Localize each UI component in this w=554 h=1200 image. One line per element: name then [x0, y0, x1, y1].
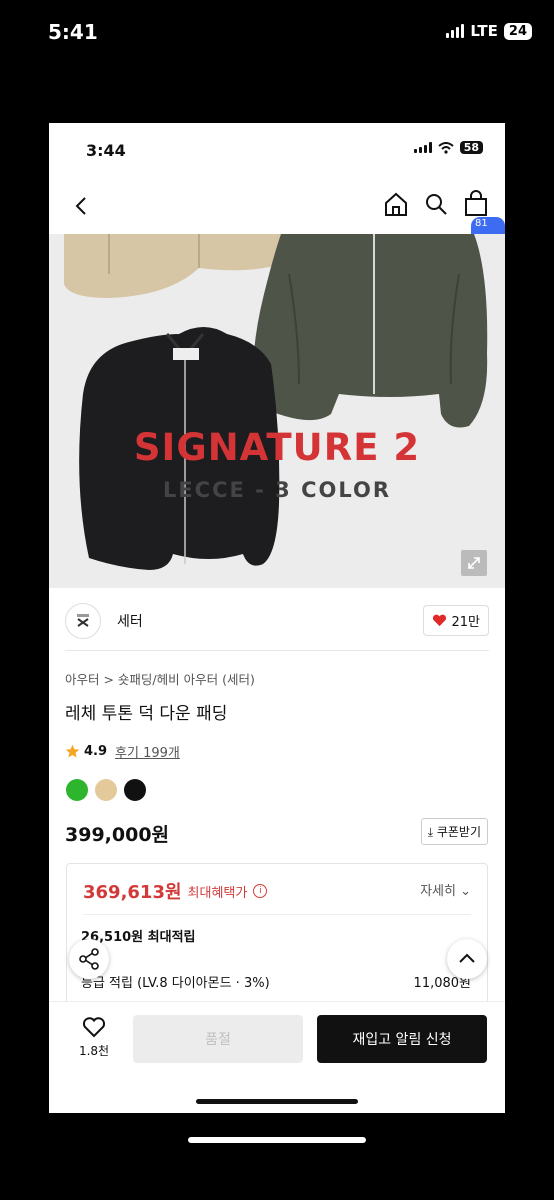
- review-count-link[interactable]: 후기 199개: [115, 742, 180, 761]
- info-icon[interactable]: i: [253, 884, 268, 898]
- search-icon[interactable]: [423, 189, 449, 219]
- star-icon: [65, 744, 80, 758]
- jacket-illustration: [49, 234, 505, 588]
- detail-toggle[interactable]: 자세히 ⌄: [420, 880, 471, 899]
- rating-value: 4.9: [84, 744, 108, 759]
- bottom-action-bar: 1.8천 품절 재입고 알림 신청: [49, 1001, 505, 1113]
- brand-logo[interactable]: [65, 603, 101, 639]
- network-label: LTE: [470, 22, 498, 40]
- brand-like-count: 21만: [451, 615, 480, 630]
- expand-icon[interactable]: [461, 550, 487, 576]
- hero-subtitle: LECCE - 3 COLOR: [162, 478, 392, 502]
- product-price: 399,000원: [65, 824, 170, 846]
- home-icon[interactable]: [383, 189, 409, 219]
- outer-clock: 5:41: [48, 20, 98, 44]
- rating-row[interactable]: 4.9 후기 199개: [65, 742, 180, 761]
- scroll-top-button[interactable]: [447, 939, 487, 979]
- brand-row[interactable]: 세터 21만: [65, 601, 489, 641]
- wishlist-button[interactable]: 1.8천: [74, 1016, 114, 1059]
- coupon-label: 쿠폰받기: [436, 825, 481, 839]
- divider: [83, 914, 471, 915]
- home-indicator: [196, 1099, 358, 1104]
- max-benefit-label: 최대혜택가: [187, 885, 248, 901]
- color-swatch[interactable]: [124, 779, 146, 801]
- inner-clock: 3:44: [86, 141, 126, 160]
- share-button[interactable]: [69, 939, 109, 979]
- color-swatch[interactable]: [95, 779, 117, 801]
- max-benefit-price: 369,613원: [83, 882, 182, 903]
- outer-status-icons: LTE 24: [446, 22, 532, 40]
- back-arrow-icon[interactable]: [69, 191, 95, 221]
- restock-alert-button[interactable]: 재입고 알림 신청: [317, 1015, 487, 1063]
- grade-points-label: 등급 적립 (LV.8 다이아몬드 · 3%): [81, 976, 270, 991]
- hero-title: SIGNATURE 2: [133, 426, 421, 469]
- app-screen: 3:44 58 81 SIGNATURE 2 LECCE - 3 COLOR 세…: [49, 123, 505, 1113]
- battery-icon: 24: [503, 22, 532, 40]
- breadcrumb[interactable]: 아우터 > 숏패딩/헤비 아우터 (세터): [65, 669, 255, 688]
- coupon-button[interactable]: ⤓ 쿠폰받기: [420, 818, 488, 845]
- brand-name[interactable]: 세터: [117, 611, 143, 631]
- heart-outline-icon: [82, 1017, 106, 1038]
- signal-icon: [413, 142, 432, 153]
- color-swatches: [66, 779, 146, 801]
- share-icon: [79, 948, 99, 970]
- battery-icon: 58: [459, 141, 483, 154]
- inner-status-icons: 58: [413, 141, 483, 154]
- wishlist-count: 1.8천: [78, 1044, 110, 1058]
- detail-label: 자세히: [420, 884, 456, 899]
- divider: [65, 650, 489, 651]
- product-title: 레체 투톤 덕 다운 패딩: [65, 704, 228, 724]
- chevron-down-icon: ⌄: [460, 884, 471, 899]
- outer-status-bar: 5:41 LTE 24: [0, 0, 554, 70]
- cart-icon[interactable]: 81: [463, 189, 505, 249]
- top-navigation: 81: [49, 183, 505, 249]
- brand-like-button[interactable]: 21만: [423, 605, 489, 636]
- heart-icon: [433, 614, 447, 627]
- color-swatch[interactable]: [66, 779, 88, 801]
- download-icon: ⤓: [427, 825, 433, 839]
- sold-out-button[interactable]: 품절: [133, 1015, 303, 1063]
- inner-status-bar: 3:44 58: [49, 123, 505, 173]
- product-image[interactable]: SIGNATURE 2 LECCE - 3 COLOR: [49, 234, 505, 588]
- signal-icon: [446, 24, 465, 38]
- chevron-up-icon: [459, 953, 475, 963]
- outer-home-indicator: [188, 1137, 366, 1143]
- wifi-icon: [438, 141, 454, 154]
- benefit-box: 369,613원 최대혜택가 i 자세히 ⌄ 26,510원 최대적립 등급 적…: [66, 863, 488, 1005]
